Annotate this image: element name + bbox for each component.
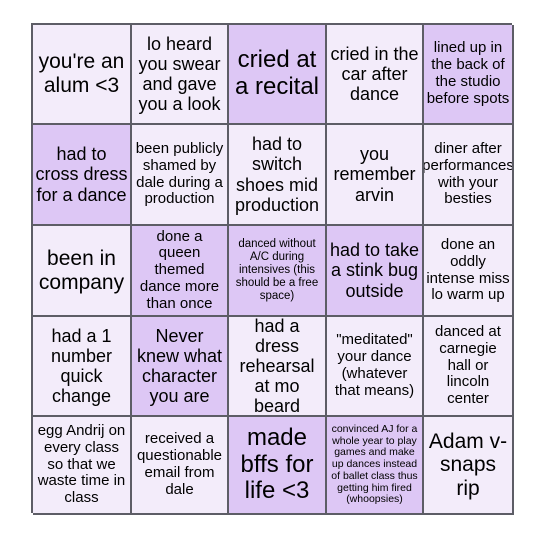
bingo-cell-r3c1[interactable]: been in company bbox=[33, 226, 132, 317]
bingo-cell-r3c4[interactable]: had to take a stink bug outside bbox=[327, 226, 424, 317]
bingo-cell-r1c2[interactable]: lo heard you swear and gave you a look bbox=[132, 25, 229, 125]
bingo-cell-r4c1[interactable]: had a 1 number quick change bbox=[33, 317, 132, 417]
bingo-cell-r1c1[interactable]: you're an alum <3 bbox=[33, 25, 132, 125]
bingo-cell-r1c4[interactable]: cried in the car after dance bbox=[327, 25, 424, 125]
bingo-cell-r4c4[interactable]: "meditated" your dance (whatever that me… bbox=[327, 317, 424, 417]
bingo-cell-r3c2[interactable]: done a queen themed dance more than once bbox=[132, 226, 229, 317]
bingo-cell-r3c3[interactable]: danced without A/C during intensives (th… bbox=[229, 226, 327, 317]
bingo-cell-r1c3[interactable]: cried at a recital bbox=[229, 25, 327, 125]
bingo-cell-r3c5[interactable]: done an oddly intense miss lo warm up bbox=[424, 226, 514, 317]
bingo-cell-r4c2[interactable]: Never knew what character you are bbox=[132, 317, 229, 417]
bingo-cell-r1c5[interactable]: lined up in the back of the studio befor… bbox=[424, 25, 514, 125]
bingo-card-grid: you're an alum <3 lo heard you swear and … bbox=[31, 23, 514, 515]
bingo-cell-r5c4[interactable]: convinced AJ for a whole year to play ga… bbox=[327, 417, 424, 515]
bingo-cell-r2c5[interactable]: diner after performances with your besti… bbox=[424, 125, 514, 226]
bingo-cell-r2c1[interactable]: had to cross dress for a dance bbox=[33, 125, 132, 226]
bingo-cell-r5c3[interactable]: made bffs for life <3 bbox=[229, 417, 327, 515]
bingo-cell-r5c2[interactable]: received a questionable email from dale bbox=[132, 417, 229, 515]
bingo-cell-r2c2[interactable]: been publicly shamed by dale during a pr… bbox=[132, 125, 229, 226]
bingo-cell-r5c5[interactable]: Adam v-snaps rip bbox=[424, 417, 514, 515]
bingo-cell-r2c4[interactable]: you remember arvin bbox=[327, 125, 424, 226]
bingo-cell-r4c3[interactable]: had a dress rehearsal at mo beard bbox=[229, 317, 327, 417]
bingo-cell-r5c1[interactable]: egg Andrij on every class so that we was… bbox=[33, 417, 132, 515]
bingo-cell-r4c5[interactable]: danced at carnegie hall or lincoln cente… bbox=[424, 317, 514, 417]
bingo-cell-r2c3[interactable]: had to switch shoes mid production bbox=[229, 125, 327, 226]
